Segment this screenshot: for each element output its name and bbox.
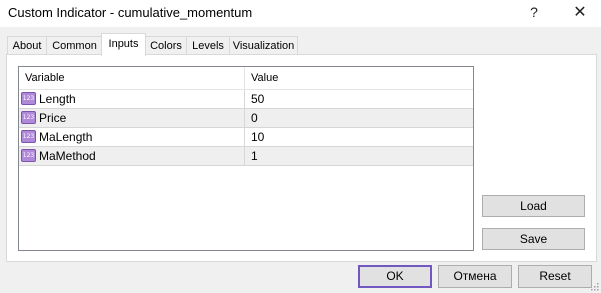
tab-about[interactable]: About — [7, 36, 47, 55]
integer-type-icon: 123 — [21, 111, 36, 124]
table-row[interactable]: 123 Length 50 — [19, 90, 473, 109]
title-bar: Custom Indicator - cumulative_momentum ?… — [0, 0, 601, 27]
integer-type-icon: 123 — [21, 92, 36, 105]
variable-name: Price — [39, 109, 245, 128]
variable-value[interactable]: 0 — [251, 109, 258, 128]
load-button[interactable]: Load — [482, 195, 585, 217]
help-button[interactable]: ? — [514, 0, 554, 27]
variable-name: MaMethod — [39, 147, 245, 166]
variable-value[interactable]: 1 — [251, 147, 258, 166]
integer-type-icon: 123 — [21, 130, 36, 143]
integer-type-icon: 123 — [21, 149, 36, 162]
tab-colors[interactable]: Colors — [145, 36, 187, 55]
resize-grip-icon[interactable] — [591, 283, 599, 291]
grid-header: Variable Value — [19, 67, 473, 90]
variable-name: Length — [39, 90, 245, 109]
tab-common[interactable]: Common — [46, 36, 103, 55]
cancel-button[interactable]: Отмена — [438, 265, 512, 288]
column-header-variable[interactable]: Variable — [19, 67, 245, 89]
variable-value[interactable]: 10 — [251, 128, 264, 147]
tab-inputs[interactable]: Inputs — [101, 33, 146, 56]
table-row[interactable]: 123 MaMethod 1 — [19, 147, 473, 166]
window-title: Custom Indicator - cumulative_momentum — [8, 5, 253, 20]
variable-value[interactable]: 50 — [251, 90, 264, 109]
tab-levels[interactable]: Levels — [186, 36, 230, 55]
table-row[interactable]: 123 Price 0 — [19, 109, 473, 128]
reset-button[interactable]: Reset — [518, 265, 592, 288]
tab-visualization[interactable]: Visualization — [229, 36, 298, 55]
ok-button[interactable]: OK — [358, 265, 432, 288]
variable-name: MaLength — [39, 128, 245, 147]
close-button[interactable]: ✕ — [560, 0, 600, 27]
inputs-grid: Variable Value 123 Length 50 123 Price 0… — [18, 66, 474, 251]
table-row[interactable]: 123 MaLength 10 — [19, 128, 473, 147]
save-button[interactable]: Save — [482, 228, 585, 250]
column-header-value[interactable]: Value — [245, 67, 473, 89]
inputs-panel: Variable Value 123 Length 50 123 Price 0… — [6, 54, 597, 262]
